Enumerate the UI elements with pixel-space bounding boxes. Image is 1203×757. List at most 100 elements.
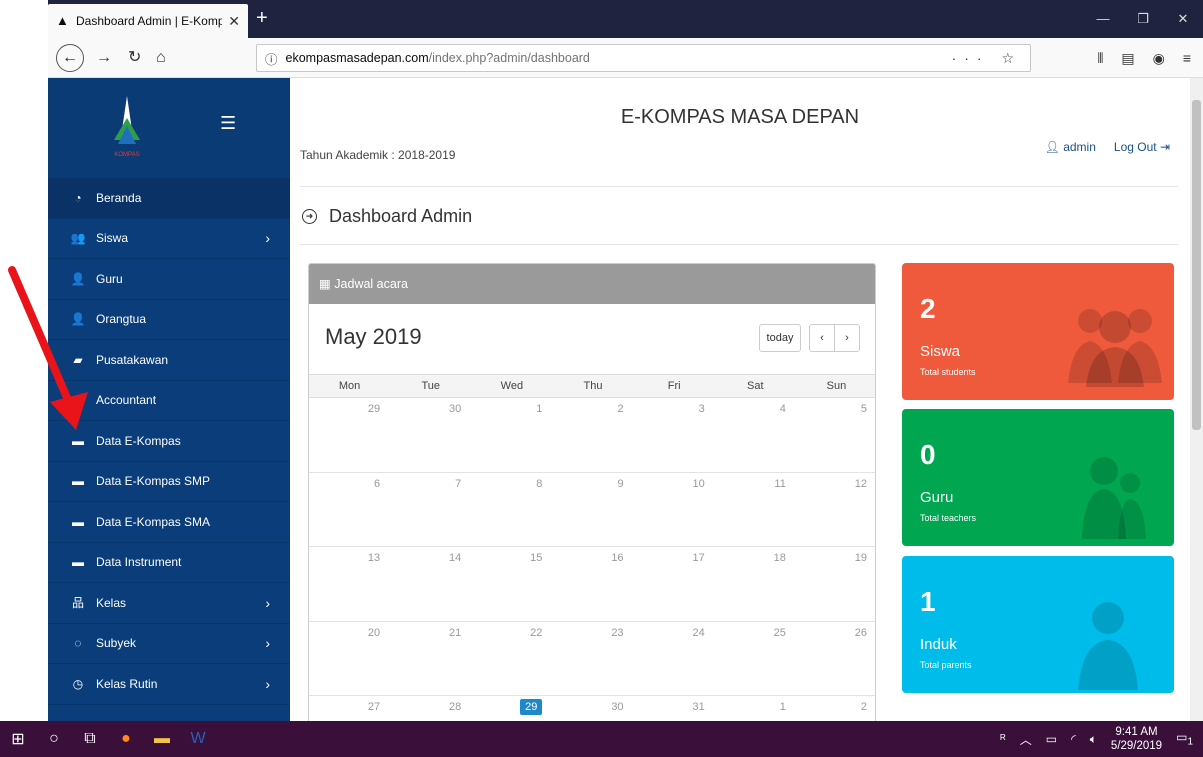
day-number: 1: [779, 701, 786, 713]
menu-icon[interactable]: ≡: [1183, 46, 1191, 70]
arrow-circle-icon: ➜: [302, 209, 317, 224]
prev-month-button[interactable]: ‹: [809, 324, 835, 352]
browser-tabbar: ▲ Dashboard Admin | E-Kompas ✕ + — ❐ ✕: [48, 0, 1203, 38]
close-window-icon[interactable]: ✕: [1163, 0, 1203, 38]
reload-icon[interactable]: ↻: [128, 46, 141, 70]
stat-box-siswa[interactable]: 2 Siswa Total students: [902, 263, 1174, 400]
library-icon[interactable]: ⫴: [1097, 46, 1103, 70]
wifi-icon[interactable]: ◜: [1071, 732, 1076, 746]
sidebar-item-kelas-rutin[interactable]: ◷ Kelas Rutin ›: [48, 664, 290, 705]
extension-icon[interactable]: ◉: [1153, 46, 1165, 70]
sidebar-item-label: Data E-Kompas: [96, 433, 181, 448]
stat-box-induk[interactable]: 1 Induk Total parents: [902, 556, 1174, 693]
chevron-right-icon: ›: [265, 230, 270, 247]
hamburger-menu-icon[interactable]: ☰: [220, 113, 236, 134]
sidebar-item-label: Kelas: [96, 595, 127, 610]
url-path: /index.php?admin/dashboard: [428, 51, 590, 65]
windows-start-icon[interactable]: ⊞: [0, 729, 36, 749]
sidebar-item-label: Beranda: [96, 190, 142, 205]
calendar-day[interactable]: 26: [796, 622, 875, 696]
sidebar-item-data-instrument[interactable]: ▬ Data Instrument: [48, 543, 290, 583]
briefcase-icon: ▬: [72, 433, 84, 448]
calendar-day[interactable]: 24: [634, 622, 715, 696]
calendar-day[interactable]: 17: [634, 547, 715, 621]
logout-link[interactable]: Log Out ⇥: [1114, 140, 1170, 154]
calendar-day[interactable]: 1: [715, 696, 796, 721]
taskbar-clock[interactable]: 9:41 AM 5/29/2019: [1111, 725, 1162, 753]
file-explorer-icon[interactable]: ▬: [144, 730, 180, 748]
sidebar-item-data-e-kompas-sma[interactable]: ▬ Data E-Kompas SMA: [48, 502, 290, 543]
calendar-day[interactable]: 20: [309, 622, 390, 696]
sidebar-item-subyek[interactable]: ◌ Subyek ›: [48, 624, 290, 664]
home-icon[interactable]: ⌂: [156, 46, 166, 70]
search-icon[interactable]: ○: [36, 730, 72, 748]
calendar-day[interactable]: 1: [471, 398, 552, 472]
parent-icon: [1078, 602, 1138, 690]
calendar-day[interactable]: 2: [796, 696, 875, 721]
new-tab-button[interactable]: +: [256, 6, 268, 30]
forward-icon[interactable]: →: [96, 46, 112, 70]
browser-tab[interactable]: ▲ Dashboard Admin | E-Kompas ✕: [48, 4, 248, 38]
calendar-day[interactable]: 16: [552, 547, 633, 621]
day-number: 23: [611, 626, 624, 639]
tray-chevron-icon[interactable]: ︿: [1020, 731, 1032, 748]
calendar-day[interactable]: 28: [390, 696, 471, 721]
back-button[interactable]: ←: [56, 44, 84, 72]
firefox-icon[interactable]: ●: [108, 730, 144, 748]
stat-subtitle: Total parents: [920, 660, 972, 670]
close-tab-icon[interactable]: ✕: [222, 13, 240, 30]
calendar-day[interactable]: 12: [796, 473, 875, 547]
calendar-day[interactable]: 30: [390, 398, 471, 472]
task-view-icon[interactable]: ⧉: [72, 730, 108, 748]
next-month-button[interactable]: ›: [834, 324, 860, 352]
calendar-day[interactable]: 13: [309, 547, 390, 621]
sidebar-item-beranda[interactable]: ◔ Beranda: [48, 178, 290, 219]
calendar-day[interactable]: 2: [552, 398, 633, 472]
calendar-day[interactable]: 21: [390, 622, 471, 696]
day-number: 25: [773, 626, 786, 639]
calendar-day[interactable]: 14: [390, 547, 471, 621]
sidebar-toggle-icon[interactable]: ▤: [1121, 46, 1134, 70]
info-icon[interactable]: ⓘ: [265, 49, 278, 68]
calendar-day[interactable]: 25: [715, 622, 796, 696]
calendar-day[interactable]: 19: [796, 547, 875, 621]
users-icon: [1068, 309, 1162, 387]
today-button[interactable]: today: [759, 324, 801, 352]
calendar-day[interactable]: 18: [715, 547, 796, 621]
calendar-day[interactable]: 31: [634, 696, 715, 721]
minimize-icon[interactable]: —: [1083, 0, 1123, 38]
battery-icon[interactable]: ▭: [1046, 732, 1057, 746]
calendar-day[interactable]: 29: [309, 398, 390, 472]
calendar-day-today[interactable]: 29: [471, 696, 552, 721]
day-number: 12: [854, 477, 867, 490]
calendar-day[interactable]: 8: [471, 473, 552, 547]
calendar-day[interactable]: 9: [552, 473, 633, 547]
calendar-day[interactable]: 22: [471, 622, 552, 696]
notification-icon[interactable]: ▭1: [1176, 730, 1193, 747]
restore-icon[interactable]: ❐: [1123, 0, 1163, 38]
calendar-day[interactable]: 27: [309, 696, 390, 721]
sidebar-item-data-e-kompas-smp[interactable]: ▬ Data E-Kompas SMP: [48, 462, 290, 502]
scrollbar-thumb[interactable]: [1192, 100, 1201, 430]
calendar-day[interactable]: 23: [552, 622, 633, 696]
calendar-day[interactable]: 7: [390, 473, 471, 547]
page-scrollbar[interactable]: [1190, 78, 1203, 721]
calendar-day[interactable]: 10: [634, 473, 715, 547]
calendar-day[interactable]: 11: [715, 473, 796, 547]
page-actions-icon[interactable]: ··· ☆: [952, 50, 1022, 67]
people-icon[interactable]: ᴿ: [1000, 732, 1005, 746]
sidebar-item-kelas[interactable]: 品 Kelas ›: [48, 583, 290, 624]
stat-value: 0: [920, 439, 936, 470]
calendar-day[interactable]: 4: [715, 398, 796, 472]
calendar-day[interactable]: 6: [309, 473, 390, 547]
screen: ▲ Dashboard Admin | E-Kompas ✕ + — ❐ ✕ ←…: [0, 0, 1203, 757]
volume-icon[interactable]: 🔈︎: [1090, 732, 1097, 747]
stat-box-guru[interactable]: 0 Guru Total teachers: [902, 409, 1174, 546]
user-link[interactable]: 👤︎ admin: [1045, 140, 1096, 154]
calendar-day[interactable]: 3: [634, 398, 715, 472]
calendar-day[interactable]: 15: [471, 547, 552, 621]
calendar-day[interactable]: 30: [552, 696, 633, 721]
calendar-day[interactable]: 5: [796, 398, 875, 472]
word-icon[interactable]: W: [180, 730, 216, 748]
url-bar[interactable]: ⓘ ekompasmasadepan.com /index.php?admin/…: [256, 44, 1031, 72]
